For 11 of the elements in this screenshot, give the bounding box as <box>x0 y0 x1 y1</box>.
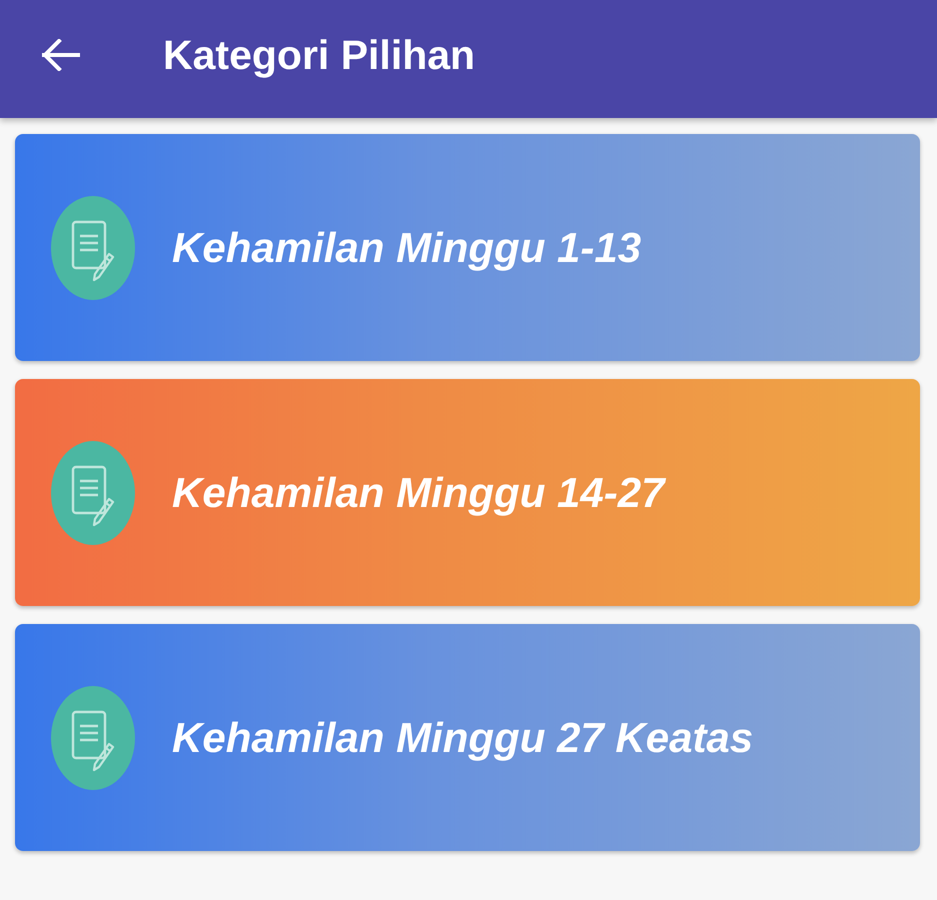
category-label: Kehamilan Minggu 14-27 <box>172 468 664 516</box>
document-pencil-icon <box>51 686 135 790</box>
category-label: Kehamilan Minggu 27 Keatas <box>172 714 754 762</box>
category-card[interactable]: Kehamilan Minggu 1-13 <box>15 134 920 361</box>
document-pencil-icon <box>51 196 135 300</box>
category-card[interactable]: Kehamilan Minggu 27 Keatas <box>15 624 920 851</box>
document-pencil-icon <box>51 440 135 544</box>
category-card[interactable]: Kehamilan Minggu 14-27 <box>15 379 920 606</box>
screen-title: Kategori Pilihan <box>163 32 476 78</box>
category-label: Kehamilan Minggu 1-13 <box>172 224 642 272</box>
back-arrow-icon <box>42 39 80 71</box>
